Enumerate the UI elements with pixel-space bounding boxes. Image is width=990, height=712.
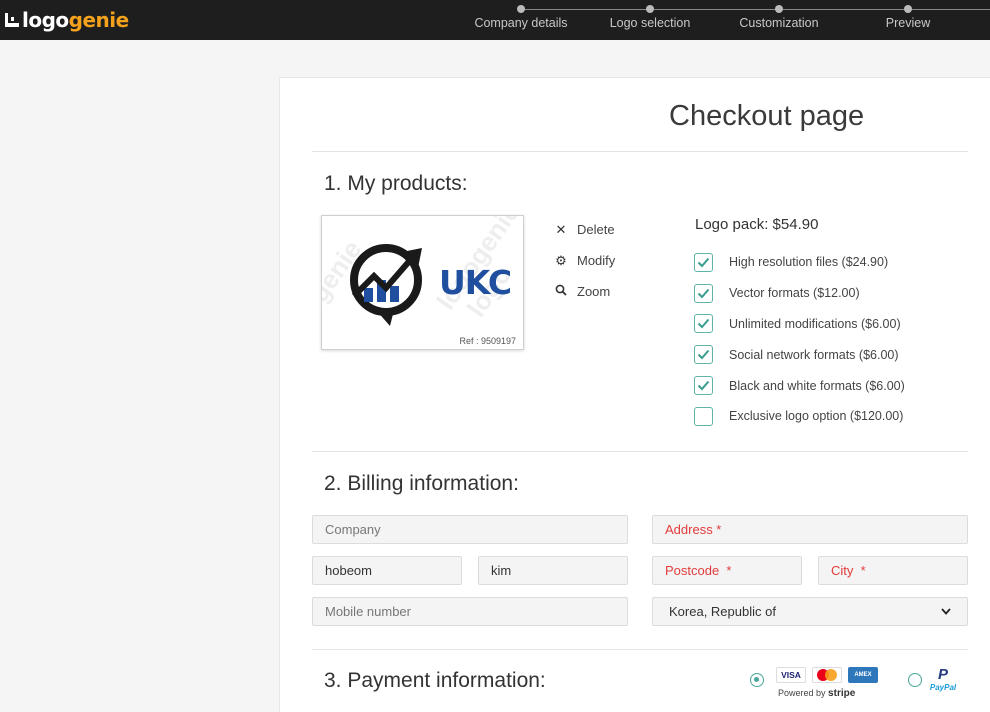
checkbox-checked[interactable]	[694, 252, 713, 272]
pack-options: High resolution files ($24.90) Vector fo…	[694, 247, 905, 432]
option-label: Exclusive logo option ($120.00)	[729, 409, 904, 424]
checkbox-unchecked[interactable]	[694, 406, 713, 426]
step-dot	[646, 5, 654, 13]
progress-steps: Company details Logo selection Customiza…	[470, 0, 990, 40]
search-icon	[554, 284, 568, 299]
postcode-field[interactable]	[652, 556, 802, 585]
reference-number: Ref : 9509197	[459, 336, 516, 346]
logo-emblem-icon	[350, 244, 422, 326]
step-label: Logo selection	[609, 16, 691, 30]
mastercard-icon	[812, 667, 842, 683]
checkbox-checked[interactable]	[694, 314, 713, 334]
company-field[interactable]	[312, 515, 628, 544]
city-field[interactable]	[818, 556, 968, 585]
delete-label: Delete	[577, 222, 615, 237]
option-social-network[interactable]: Social network formats ($6.00)	[694, 339, 905, 370]
divider	[312, 151, 968, 152]
option-exclusive-logo[interactable]: Exclusive logo option ($120.00)	[694, 401, 905, 432]
logo-mark-icon	[5, 13, 19, 27]
step-dot	[775, 5, 783, 13]
checkbox-checked[interactable]	[694, 283, 713, 303]
divider	[312, 649, 968, 650]
step-company-details[interactable]: Company details	[461, 0, 581, 30]
logo-text-part2: genie	[68, 8, 130, 32]
billing-section-title: 2. Billing information:	[324, 472, 519, 495]
option-label: Unlimited modifications ($6.00)	[729, 316, 901, 331]
logo-text-part1: logo	[22, 8, 69, 32]
address-field[interactable]	[652, 515, 968, 544]
country-select[interactable]: Korea, Republic of	[652, 597, 968, 626]
step-dot	[517, 5, 525, 13]
paypal-mark: P	[937, 666, 948, 683]
logo-preview[interactable]: genie logogenie logo UKC Ref : 9509197	[321, 215, 524, 350]
logogenie-logo[interactable]: logogenie	[5, 7, 129, 33]
page-title: Checkout page	[669, 100, 865, 132]
modify-button[interactable]: ⚙ Modify	[554, 245, 615, 276]
paypal-radio[interactable]	[908, 673, 922, 687]
step-label: Preview	[885, 16, 931, 30]
close-icon: ✕	[555, 221, 567, 237]
card-logos: VISA AMEX	[776, 667, 878, 683]
step-logo-selection[interactable]: Logo selection	[590, 0, 710, 30]
product-actions: ✕ Delete ⚙ Modify Zoom	[554, 214, 615, 307]
zoom-button[interactable]: Zoom	[554, 276, 615, 307]
paypal-label: PayPal	[929, 683, 957, 692]
first-name-field[interactable]	[312, 556, 462, 585]
option-label: Black and white formats ($6.00)	[729, 378, 905, 393]
step-label: Company details	[474, 16, 568, 30]
country-value: Korea, Republic of	[669, 604, 776, 619]
step-dot	[904, 5, 912, 13]
last-name-field[interactable]	[478, 556, 628, 585]
checkout-card: Checkout page 1. My products: genie logo…	[279, 77, 990, 712]
top-bar: logogenie Company details Logo selection…	[0, 0, 990, 40]
modify-label: Modify	[577, 253, 616, 268]
option-label: Social network formats ($6.00)	[729, 347, 899, 362]
option-vector-formats[interactable]: Vector formats ($12.00)	[694, 278, 905, 309]
amex-icon: AMEX	[848, 667, 878, 683]
checkbox-checked[interactable]	[694, 376, 713, 396]
option-high-resolution[interactable]: High resolution files ($24.90)	[694, 247, 905, 278]
visa-icon: VISA	[776, 667, 806, 683]
gear-icon: ⚙	[555, 252, 567, 268]
step-label: Customization	[739, 16, 819, 30]
stripe-radio[interactable]	[750, 673, 764, 687]
powered-by-label: Powered by	[778, 688, 826, 698]
powered-by-stripe: Powered by stripe	[778, 688, 855, 699]
paypal-icon: P PayPal	[926, 666, 960, 693]
option-label: Vector formats ($12.00)	[729, 286, 860, 301]
checkbox-checked[interactable]	[694, 345, 713, 365]
divider	[312, 451, 968, 452]
payment-section-title: 3. Payment information:	[324, 669, 546, 692]
delete-button[interactable]: ✕ Delete	[554, 214, 615, 245]
zoom-label: Zoom	[577, 284, 611, 299]
stripe-label: stripe	[828, 688, 856, 699]
products-section-title: 1. My products:	[324, 172, 468, 195]
mobile-number-field[interactable]	[312, 597, 628, 626]
logo-text: UKC	[439, 263, 512, 302]
step-customization[interactable]: Customization	[719, 0, 839, 30]
logo-pack-price: Logo pack: $54.90	[695, 216, 819, 233]
step-preview[interactable]: Preview	[848, 0, 968, 30]
option-label: High resolution files ($24.90)	[729, 255, 889, 270]
option-black-and-white[interactable]: Black and white formats ($6.00)	[694, 370, 905, 401]
chevron-down-icon	[941, 606, 951, 618]
option-unlimited-modifications[interactable]: Unlimited modifications ($6.00)	[694, 309, 905, 340]
